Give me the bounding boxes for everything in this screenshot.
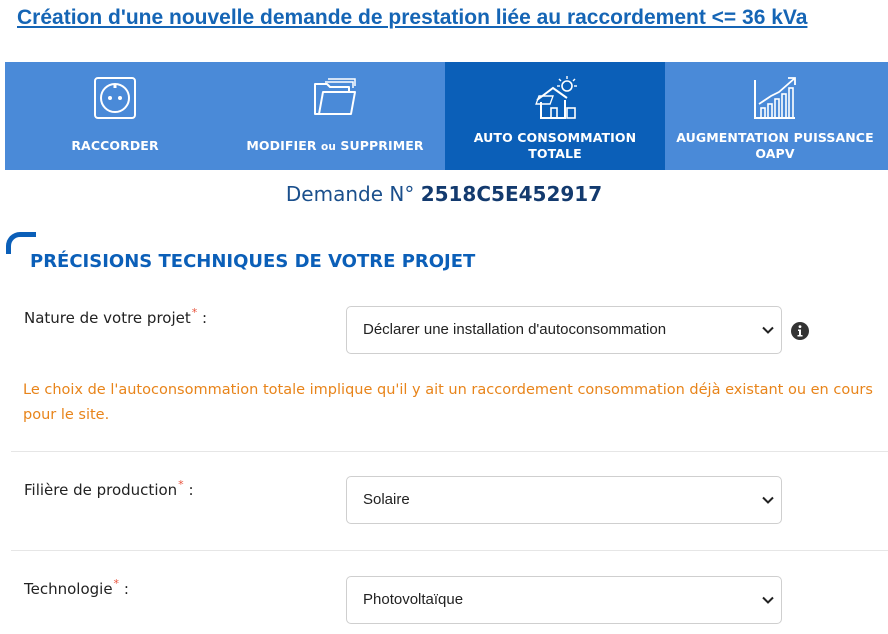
tab-auto-consommation-line2: TOTALE	[528, 146, 582, 161]
tab-auto-consommation-totale[interactable]: AUTO CONSOMMATION TOTALE	[445, 62, 665, 170]
tab-augmentation-line2: OAPV	[755, 146, 795, 161]
filiere-label-suffix: :	[183, 481, 194, 499]
tab-raccorder[interactable]: RACCORDER	[5, 62, 225, 170]
technologie-select[interactable]: Photovoltaïque	[346, 576, 782, 624]
service-tabs: RACCORDER MODIFIER ou SUPPRIMER AUTO CON	[5, 62, 888, 170]
filiere-select-value: Solaire	[363, 491, 410, 508]
demande-label: Demande N°	[285, 182, 415, 206]
growth-chart-icon	[754, 77, 796, 119]
page-title: Création d'une nouvelle demande de prest…	[17, 6, 808, 29]
filiere-label: Filière de production* :	[24, 478, 194, 499]
section-title: PRÉCISIONS TECHNIQUES DE VOTRE PROJET	[30, 251, 476, 272]
nature-label: Nature de votre projet* :	[24, 306, 208, 327]
chevron-down-icon	[762, 596, 774, 604]
chevron-down-icon	[762, 326, 774, 334]
tab-augmentation-puissance[interactable]: AUGMENTATION PUISSANCE OAPV	[665, 62, 885, 170]
required-asterisk: *	[113, 577, 120, 590]
tab-modifier-label-rest: SUPPRIMER	[335, 138, 424, 153]
divider	[11, 451, 888, 452]
tab-raccorder-label: RACCORDER	[71, 138, 159, 153]
solar-house-icon	[535, 76, 577, 119]
tab-augmentation-label: AUGMENTATION PUISSANCE OAPV	[665, 130, 885, 162]
tab-modifier-label: MODIFIER ou SUPPRIMER	[225, 138, 445, 155]
tab-auto-consommation-line1: AUTO CONSOMMATION	[473, 130, 637, 145]
nature-label-text: Nature de votre projet	[24, 309, 191, 327]
required-asterisk: *	[178, 478, 184, 491]
demande-id: 2518C5E452917	[420, 182, 603, 206]
nature-select-value: Déclarer une installation d'autoconsomma…	[363, 321, 667, 338]
demande-number: Demande N° 2518C5E452917	[0, 182, 888, 206]
power-outlet-icon	[94, 77, 136, 119]
tab-augmentation-line1: AUGMENTATION PUISSANCE	[676, 130, 874, 145]
divider	[11, 550, 888, 551]
required-asterisk: *	[191, 306, 198, 319]
filiere-select[interactable]: Solaire	[346, 476, 782, 524]
technologie-select-value: Photovoltaïque	[363, 591, 464, 608]
folder-open-icon	[314, 78, 356, 115]
technologie-label-text: Technologie	[24, 580, 113, 598]
info-icon[interactable]	[790, 321, 810, 341]
tab-auto-consommation-label: AUTO CONSOMMATION TOTALE	[445, 130, 665, 162]
nature-select[interactable]: Déclarer une installation d'autoconsomma…	[346, 306, 782, 354]
autoconsommation-note: Le choix de l'autoconsommation totale im…	[23, 382, 873, 423]
nature-label-suffix: :	[197, 309, 208, 327]
tab-modifier-label-ou: ou	[321, 141, 336, 153]
filiere-label-text: Filière de production	[24, 481, 178, 499]
technologie-label: Technologie* :	[24, 577, 129, 598]
technologie-label-suffix: :	[119, 580, 129, 598]
chevron-down-icon	[762, 496, 774, 504]
tab-modifier-supprimer[interactable]: MODIFIER ou SUPPRIMER	[225, 62, 445, 170]
tab-modifier-label-main: MODIFIER	[246, 138, 322, 153]
